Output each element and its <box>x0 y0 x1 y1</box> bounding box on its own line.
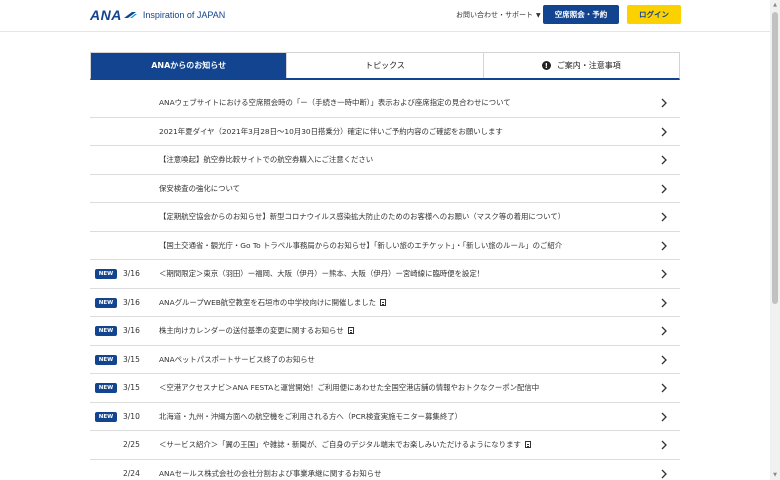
news-title: 株主向けカレンダーの送付基準の変更に関するお知らせ <box>159 326 344 336</box>
contact-support-menu[interactable]: お問い合わせ・サポート ▼ <box>456 10 541 20</box>
tab-ana-news[interactable]: ANAからのお知らせ <box>91 53 287 78</box>
news-row[interactable]: NEW 3/10 北海道・九州・沖縄方面への航空機をご利用される方へ（PCR検査実施… <box>90 403 680 431</box>
news-title: ＜空港アクセスナビ＞ANA FESTAと運営開始！ご利用便にあわせた全国空港店舗… <box>159 383 540 393</box>
news-row[interactable]: 2/24 ANAセールス株式会社の会社分割および事業承継に関するお知らせ <box>90 460 680 480</box>
news-title: 保安検査の強化について <box>159 183 241 193</box>
news-title: ANAウェブサイトにおける空席照会時の「ー（手続き一時中断）」表示および座席指定… <box>159 98 511 108</box>
news-title-link[interactable]: 2021年夏ダイヤ（2021年3月28日〜10月30日搭乗分）確定に伴いご予約内… <box>159 126 503 137</box>
vertical-scrollbar[interactable]: ▲ ▼ <box>770 0 780 480</box>
tab-label: ANAからのお知らせ <box>151 61 227 70</box>
chevron-right-icon <box>661 184 667 193</box>
news-date: 3/16 <box>123 269 140 279</box>
contact-label: お問い合わせ・サポート <box>456 11 533 19</box>
news-title: 【注意喚起】航空券比較サイトでの航空券購入にご注意ください <box>159 155 374 165</box>
news-title: ANAセールス株式会社の会社分割および事業承継に関するお知らせ <box>159 468 382 478</box>
document-icon <box>524 441 531 449</box>
chevron-right-icon <box>661 355 667 364</box>
scroll-down-arrow-icon[interactable]: ▼ <box>770 470 780 480</box>
news-row[interactable]: 【注意喚起】航空券比較サイトでの航空券購入にご注意ください <box>90 146 680 175</box>
news-date: 3/16 <box>123 297 140 307</box>
news-title-link[interactable]: 【定期航空協会からのお知らせ】新型コロナウイルス感染拡大防止のためのお客様へのお… <box>159 211 565 222</box>
news-title: ANAグループWEB航空教室を石垣市の中学校向けに開催しました <box>159 297 377 307</box>
new-badge: NEW <box>95 326 117 336</box>
news-title-link[interactable]: ANAウェブサイトにおける空席照会時の「ー（手続き一時中断）」表示および座席指定… <box>159 97 511 108</box>
news-title-link[interactable]: 保安検査の強化について <box>159 183 240 194</box>
wing-icon <box>123 11 137 19</box>
news-row[interactable]: NEW 3/15 ＜空港アクセスナビ＞ANA FESTAと運営開始！ご利用便にあわせ… <box>90 374 680 403</box>
news-title-link[interactable]: ＜空港アクセスナビ＞ANA FESTAと運営開始！ご利用便にあわせた全国空港店舗… <box>159 382 539 393</box>
news-title-link[interactable]: ANAペットパスポートサービス終了のお知らせ <box>159 354 315 365</box>
new-badge: NEW <box>95 354 117 365</box>
chevron-right-icon <box>661 440 667 450</box>
tab-notices[interactable]: ! ご案内・注意事項 <box>482 53 679 78</box>
document-icon <box>380 298 387 306</box>
news-date: 2/24 <box>123 468 140 478</box>
logo-text: ANA <box>90 7 122 23</box>
scroll-up-arrow-icon[interactable]: ▲ <box>770 0 780 10</box>
news-title: ＜サービス紹介＞「翼の王国」や雑誌・新聞が、ご自身のデジタル端末でお楽しみいただ… <box>159 440 521 450</box>
news-title-link[interactable]: 【注意喚起】航空券比較サイトでの航空券購入にご注意ください <box>159 154 373 165</box>
news-title: 【定期航空協会からのお知らせ】新型コロナウイルス感染拡大防止のためのお客様へのお… <box>159 212 566 222</box>
scroll-thumb[interactable] <box>772 12 778 304</box>
news-row[interactable]: NEW 3/16 ＜期間限定＞東京（羽田）ー福岡、大阪（伊丹）ー熊本、大阪（伊丹）ー… <box>90 260 680 289</box>
info-icon: ! <box>541 61 551 70</box>
news-title-link[interactable]: ANAセールス株式会社の会社分割および事業承継に関するお知らせ <box>159 468 381 479</box>
news-row[interactable]: NEW 3/16 株主向けカレンダーの送付基準の変更に関するお知らせ <box>90 317 680 346</box>
news-row[interactable]: 2021年夏ダイヤ（2021年3月28日〜10月30日搭乗分）確定に伴いご予約内… <box>90 118 680 146</box>
news-date: 3/16 <box>123 326 140 336</box>
news-title-link[interactable]: ANAグループWEB航空教室を石垣市の中学校向けに開催しました <box>159 297 387 308</box>
news-row[interactable]: ANAウェブサイトにおける空席照会時の「ー（手続き一時中断）」表示および座席指定… <box>90 89 680 118</box>
chevron-right-icon <box>661 298 667 307</box>
news-title-link[interactable]: 株主向けカレンダーの送付基準の変更に関するお知らせ <box>159 325 354 336</box>
caret-down-icon: ▼ <box>536 11 541 19</box>
news-title-link[interactable]: 北海道・九州・沖縄方面への航空機をご利用される方へ（PCR検査実施モニター募集終… <box>159 411 462 422</box>
news-row[interactable]: NEW 3/16 ANAグループWEB航空教室を石垣市の中学校向けに開催しました <box>90 289 680 317</box>
news-list: ANAウェブサイトにおける空席照会時の「ー（手続き一時中断）」表示および座席指定… <box>90 89 680 480</box>
tagline: Inspiration of JAPAN <box>142 10 226 20</box>
document-icon <box>347 327 354 335</box>
new-badge: NEW <box>95 383 117 393</box>
tab-label: ご案内・注意事項 <box>556 61 621 70</box>
ana-logo[interactable]: ANA Inspiration of JAPAN <box>90 7 225 23</box>
news-row[interactable]: NEW 3/15 ANAペットパスポートサービス終了のお知らせ <box>90 346 680 374</box>
chevron-right-icon <box>661 326 667 336</box>
news-title: ANAペットパスポートサービス終了のお知らせ <box>159 354 315 364</box>
chevron-right-icon <box>661 412 667 421</box>
new-badge: NEW <box>95 297 117 308</box>
news-date: 3/15 <box>123 383 140 393</box>
news-tabs: ANAからのお知らせ トピックス ! ご案内・注意事項 <box>90 52 680 80</box>
chevron-right-icon <box>661 127 667 136</box>
chevron-right-icon <box>661 155 667 165</box>
news-row[interactable]: 保安検査の強化について <box>90 175 680 203</box>
chevron-right-icon <box>661 469 667 478</box>
reservation-button[interactable]: 空席照会・予約 <box>543 5 619 24</box>
news-title-link[interactable]: 【国土交通省・観光庁・Go To トラベル事務局からのお知らせ】「新しい旅のエチ… <box>159 240 562 251</box>
news-title: 2021年夏ダイヤ（2021年3月28日〜10月30日搭乗分）確定に伴いご予約内… <box>159 126 503 136</box>
news-title: ＜期間限定＞東京（羽田）ー福岡、大阪（伊丹）ー熊本、大阪（伊丹）ー宮崎線に臨時便… <box>159 269 485 279</box>
news-row[interactable]: 【国土交通省・観光庁・Go To トラベル事務局からのお知らせ】「新しい旅のエチ… <box>90 232 680 260</box>
news-title: 北海道・九州・沖縄方面への航空機をご利用される方へ（PCR検査実施モニター募集終… <box>159 411 462 421</box>
chevron-right-icon <box>661 212 667 222</box>
news-title-link[interactable]: ＜期間限定＞東京（羽田）ー福岡、大阪（伊丹）ー熊本、大阪（伊丹）ー宮崎線に臨時便… <box>159 268 484 279</box>
tab-topics[interactable]: トピックス <box>286 53 482 78</box>
new-badge: NEW <box>95 269 117 279</box>
chevron-right-icon <box>661 98 667 108</box>
news-title-link[interactable]: ＜サービス紹介＞「翼の王国」や雑誌・新聞が、ご自身のデジタル端末でお楽しみいただ… <box>159 439 531 450</box>
news-date: 3/10 <box>123 411 140 421</box>
news-row[interactable]: 2/25 ＜サービス紹介＞「翼の王国」や雑誌・新聞が、ご自身のデジタル端末でお楽し… <box>90 431 680 460</box>
news-date: 3/15 <box>123 354 140 364</box>
chevron-right-icon <box>661 269 667 279</box>
chevron-right-icon <box>661 383 667 393</box>
news-title: 【国土交通省・観光庁・Go To トラベル事務局からのお知らせ】「新しい旅のエチ… <box>159 240 563 250</box>
news-date: 2/25 <box>123 440 140 450</box>
tab-label: トピックス <box>365 61 405 70</box>
new-badge: NEW <box>95 411 117 422</box>
chevron-right-icon <box>661 241 667 250</box>
site-header: ANA Inspiration of JAPAN お問い合わせ・サポート ▼ 空… <box>0 0 770 32</box>
login-button[interactable]: ログイン <box>627 5 681 24</box>
news-row[interactable]: 【定期航空協会からのお知らせ】新型コロナウイルス感染拡大防止のためのお客様へのお… <box>90 203 680 232</box>
